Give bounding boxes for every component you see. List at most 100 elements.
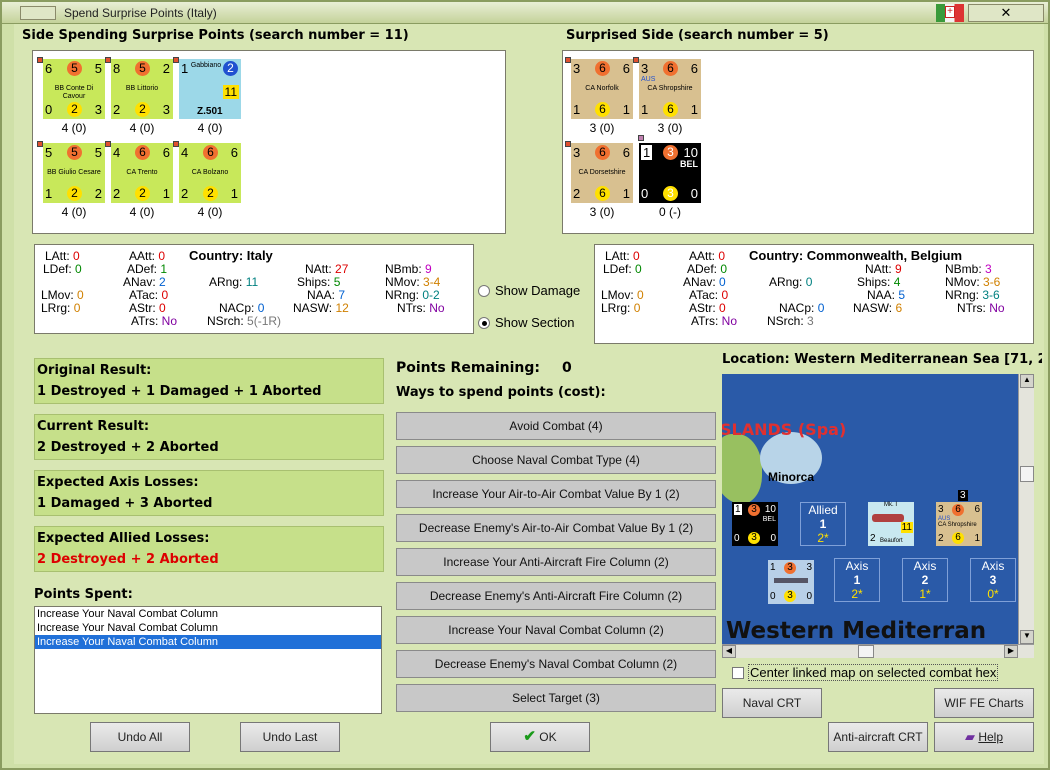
scroll-up-arrow[interactable]: ▲ <box>1020 374 1034 388</box>
ok-button[interactable]: ✔ OK <box>490 722 590 752</box>
unit-counter[interactable]: 8 5 2 BB Littorio 2 2 3 4 (0) <box>105 57 174 135</box>
stat-nmov: NMov: 3-6 <box>945 275 1000 289</box>
unit-counter[interactable]: 3 6 6 CA Dorsetshire 2 6 1 3 (0) <box>565 141 634 219</box>
label: ADef: <box>687 262 718 276</box>
list-item-selected[interactable]: Increase Your Naval Combat Column <box>35 635 381 649</box>
unit-counter[interactable]: 6 5 5 BB Conte Di Cavour 0 2 3 4 (0) <box>37 57 106 135</box>
map-unit-italian[interactable]: 1 3 3 0 3 0 <box>768 560 814 604</box>
close-button[interactable]: ✕ <box>968 4 1044 22</box>
show-damage-radio[interactable] <box>478 285 490 297</box>
axis-stack-box[interactable]: Axis 1 2* <box>834 558 880 602</box>
unit-caption: 3 (0) <box>589 205 615 219</box>
label: AAtt: <box>129 249 156 263</box>
move-value: 2 <box>203 186 218 201</box>
unit-counter[interactable]: 4 6 6 CA Trento 2 2 1 4 (0) <box>105 141 174 219</box>
axis-losses-label: Expected Axis Losses: <box>37 475 199 490</box>
stat-adef: ADef: 1 <box>127 262 167 276</box>
undo-all-button[interactable]: Undo All <box>90 722 190 752</box>
axis-stack-box[interactable]: Axis 2 1* <box>902 558 948 602</box>
unit-name: CA Trento <box>126 169 158 176</box>
current-result-box: Current Result: 2 Destroyed + 2 Aborted <box>34 414 384 460</box>
unit-counter[interactable]: 1 3 10 BEL 0 3 0 0 (-) <box>638 135 702 219</box>
center-map-checkbox[interactable] <box>732 667 744 679</box>
show-section-label[interactable]: Show Section <box>495 315 575 330</box>
show-damage-label[interactable]: Show Damage <box>495 283 580 298</box>
value: 5(-1R) <box>247 314 282 328</box>
linked-map[interactable]: SLANDS (Spa) Minorca Western Mediterran … <box>722 374 1018 644</box>
axis-stack-box[interactable]: Axis 3 0* <box>970 558 1016 602</box>
axis-label: Axis <box>845 559 869 573</box>
choose-naval-combat-type-button[interactable]: Choose Naval Combat Type (4) <box>396 446 716 474</box>
value: 3 <box>985 262 992 276</box>
country-label: Country: Commonwealth, Belgium <box>749 248 963 263</box>
value: 2 <box>159 275 166 289</box>
scroll-right-arrow[interactable]: ▶ <box>1004 645 1018 658</box>
increase-anti-aircraft-button[interactable]: Increase Your Anti-Aircraft Fire Column … <box>396 548 716 576</box>
stat-nasw: NASW: 12 <box>293 301 349 315</box>
unit-counter[interactable]: 4 6 6 CA Bolzano 2 2 1 4 (0) <box>173 141 242 219</box>
map-vertical-scrollbar[interactable]: ▲ ▼ <box>1018 374 1034 644</box>
right-side-header: Surprised Side (search number = 5) <box>566 28 829 43</box>
allied-stack-box[interactable]: Allied 1 2* <box>800 502 846 546</box>
show-section-radio[interactable] <box>478 317 490 329</box>
asw-value: 2 <box>181 186 189 201</box>
map-unit-shropshire[interactable]: 3 6 6 AUS CA Shropshire 2 6 1 <box>936 502 982 546</box>
move-value: 3 <box>784 590 796 602</box>
stack-count: 3 <box>958 490 968 501</box>
unit-name: BEL <box>680 159 698 169</box>
increase-naval-combat-button[interactable]: Increase Your Naval Combat Column (2) <box>396 616 716 644</box>
list-item[interactable]: Increase Your Naval Combat Column <box>35 607 381 621</box>
map-unit-bel[interactable]: 1 3 10 BEL 0 3 0 <box>732 502 778 546</box>
window-title: Spend Surprise Points (Italy) <box>64 6 217 20</box>
value: 0 <box>257 301 265 315</box>
value: No <box>721 314 738 328</box>
select-target-button[interactable]: Select Target (3) <box>396 684 716 712</box>
unit-counter[interactable]: 3 6 6 CA Norfolk 1 6 1 3 (0) <box>565 57 634 135</box>
decrease-enemy-air-to-air-button[interactable]: Decrease Enemy's Air-to-Air Combat Value… <box>396 514 716 542</box>
increase-air-to-air-button[interactable]: Increase Your Air-to-Air Combat Value By… <box>396 480 716 508</box>
scroll-thumb[interactable] <box>858 645 874 658</box>
unit-counter[interactable]: 5 5 5 BB Giulio Cesare 1 2 2 4 (0) <box>37 141 106 219</box>
value: 0 <box>719 301 726 315</box>
stat-ldef: LDef: 0 <box>603 262 642 276</box>
range-value: 0 <box>690 186 698 201</box>
center-map-label[interactable]: Center linked map on selected combat hex <box>748 664 999 681</box>
unit-counter[interactable]: 3 6 6 AUS CA Shropshire 1 6 1 3 (0) <box>633 57 702 135</box>
stat-anav: ANav: 2 <box>123 275 166 289</box>
allied-losses-value: 2 Destroyed + 2 Aborted <box>37 552 219 567</box>
scroll-left-arrow[interactable]: ◀ <box>722 645 736 658</box>
value: 11 <box>245 275 259 289</box>
stat-arng: ARng: 11 <box>209 275 258 289</box>
value: No <box>161 314 178 328</box>
axis-value: 2* <box>851 587 863 601</box>
map-horizontal-scrollbar[interactable]: ◀ ▶ <box>722 644 1034 658</box>
help-button[interactable]: ▰ Help <box>934 722 1034 752</box>
scroll-down-arrow[interactable]: ▼ <box>1020 630 1034 644</box>
unit-counter[interactable]: 1 Gabbiano 2 11 Z.501 4 (0) <box>173 57 242 135</box>
dialog-window: Spend Surprise Points (Italy) + ✕ Side S… <box>0 0 1050 770</box>
system-menu-button[interactable] <box>20 6 56 20</box>
avoid-combat-button[interactable]: Avoid Combat (4) <box>396 412 716 440</box>
naval-crt-button[interactable]: Naval CRT <box>722 688 822 718</box>
points-spent-list[interactable]: Increase Your Naval Combat Column Increa… <box>34 606 382 714</box>
list-item[interactable]: Increase Your Naval Combat Column <box>35 621 381 635</box>
decrease-enemy-anti-aircraft-button[interactable]: Decrease Enemy's Anti-Aircraft Fire Colu… <box>396 582 716 610</box>
value: 0 <box>817 301 825 315</box>
stat-natt: NAtt: 27 <box>305 262 348 276</box>
wif-fe-charts-button[interactable]: WIF FE Charts <box>934 688 1034 718</box>
axis-count: 3 <box>989 573 997 587</box>
defense-value: 10 <box>764 504 776 515</box>
decrease-enemy-naval-combat-button[interactable]: Decrease Enemy's Naval Combat Column (2) <box>396 650 716 678</box>
map-unit-beaufort[interactable]: Mk. I 11 2 Beaufort <box>868 502 914 546</box>
allied-losses-box: Expected Allied Losses: 2 Destroyed + 2 … <box>34 526 384 572</box>
anti-aircraft-crt-button[interactable]: Anti-aircraft CRT <box>828 722 928 752</box>
stat-ntrs: NTrs: No <box>397 301 445 315</box>
unit-caption: 0 (-) <box>659 205 681 219</box>
counter-face: 4 6 6 CA Bolzano 2 2 1 <box>179 143 241 203</box>
ways-label: Ways to spend points (cost): <box>396 385 606 400</box>
move-value: 2 <box>135 186 150 201</box>
undo-last-button[interactable]: Undo Last <box>240 722 340 752</box>
attack-value: 4 <box>181 145 189 160</box>
scroll-thumb[interactable] <box>1020 466 1034 482</box>
range-value: 2 <box>94 186 102 201</box>
